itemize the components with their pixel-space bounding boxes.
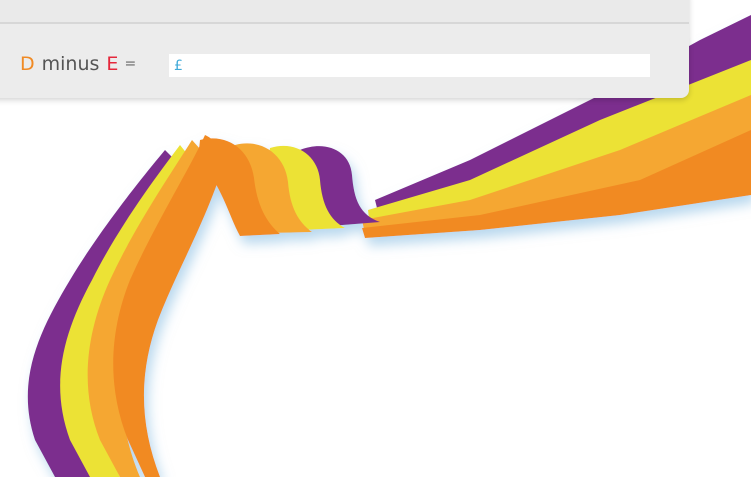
formula-letter-e: E xyxy=(106,53,119,75)
amount-field[interactable]: £ xyxy=(169,54,650,77)
formula-equals: = xyxy=(124,56,137,72)
page: D minus E = £ xyxy=(0,0,751,477)
panel-top-strip xyxy=(0,0,689,24)
formula-operator: minus xyxy=(41,53,100,75)
currency-symbol: £ xyxy=(174,57,183,74)
formula-row: D minus E = xyxy=(20,46,136,82)
formula-letter-d: D xyxy=(20,53,35,75)
amount-input[interactable] xyxy=(186,54,650,77)
